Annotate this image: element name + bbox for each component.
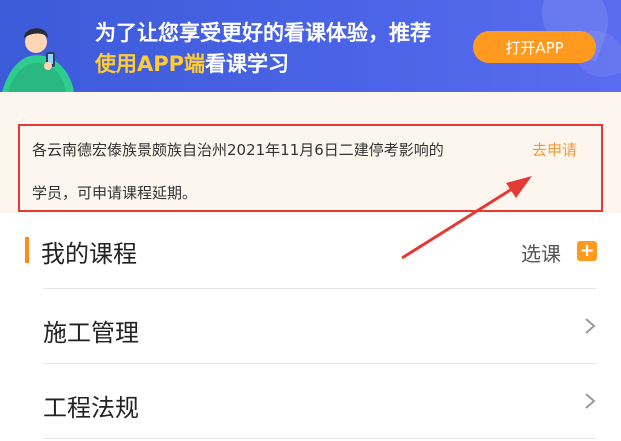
notice-text-line1: 各云南德宏傣族景颇族自治州2021年11月6日二建停考影响的 [32, 141, 444, 159]
plus-icon[interactable]: + [577, 241, 597, 261]
notice-box: 各云南德宏傣族景颇族自治州2021年11月6日二建停考影响的 去申请 学员，可申… [18, 124, 603, 212]
my-courses-title: 我的课程 [41, 240, 137, 268]
chevron-right-icon [585, 318, 596, 334]
course-item-engineering-regulations[interactable]: 工程法规 [43, 364, 596, 438]
notice-text-line2: 学员，可申请课程延期。 [32, 184, 198, 202]
choose-course-link[interactable]: 选课 [521, 238, 561, 267]
banner-headline: 为了让您享受更好的看课体验，推荐 [95, 21, 431, 45]
student-illustration-icon [2, 28, 74, 92]
open-app-button[interactable]: 打开APP [473, 31, 596, 63]
app-promo-banner[interactable]: 为了让您享受更好的看课体验，推荐 使用APP端看课学习 打开APP [0, 0, 621, 92]
course-name: 工程法规 [43, 394, 139, 422]
banner-highlight-text: 使用APP端 [95, 52, 206, 76]
list-divider [43, 438, 596, 439]
course-item-construction-management[interactable]: 施工管理 [43, 289, 596, 363]
banner-subline: 使用APP端看课学习 [95, 48, 289, 78]
banner-subline-rest: 看课学习 [205, 52, 290, 76]
course-name: 施工管理 [43, 319, 139, 347]
section-accent-bar [25, 237, 29, 263]
apply-extension-link[interactable]: 去申请 [532, 139, 577, 160]
chevron-right-icon [585, 393, 596, 409]
